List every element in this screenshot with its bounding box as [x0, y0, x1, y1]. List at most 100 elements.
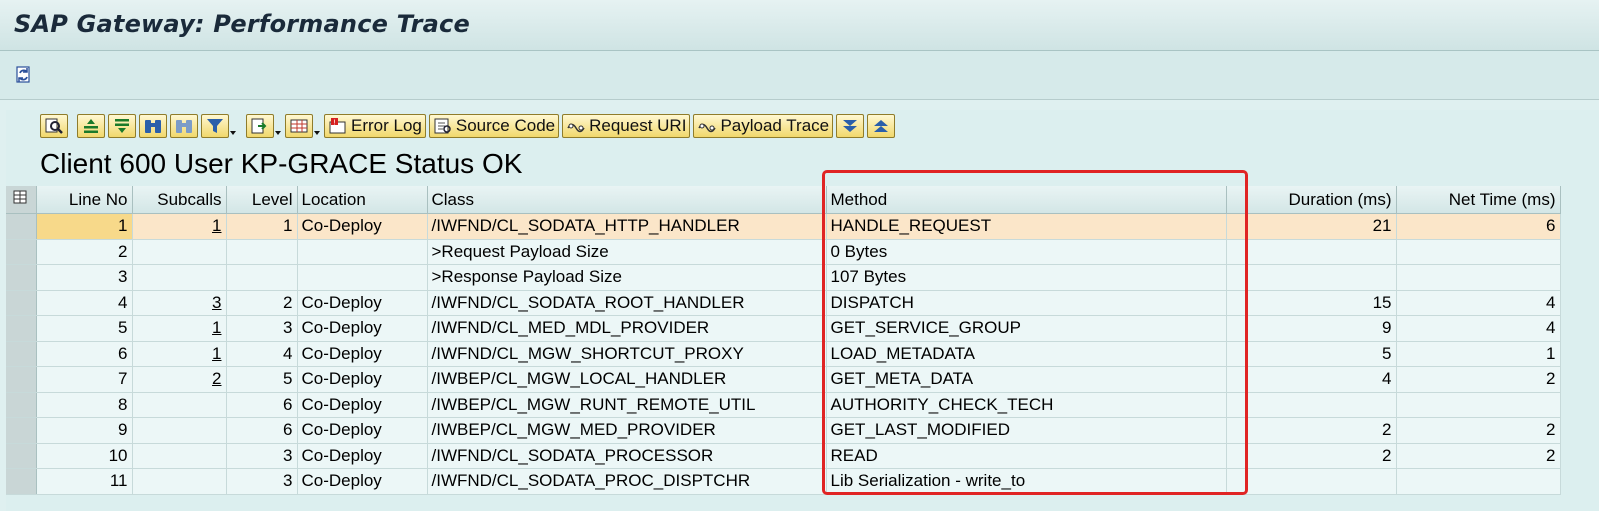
source-code-button[interactable]: Source Code: [428, 114, 560, 138]
table-row[interactable]: 5 1 3 Co-Deploy/IWFND/CL_MED_MDL_PROVIDER GE…: [6, 315, 1561, 342]
subcalls-link[interactable]: 3: [212, 293, 221, 312]
table-row[interactable]: 1 1 1 Co-Deploy/IWFND/CL_SODATA_HTTP_HANDLE…: [6, 213, 1561, 240]
row-selector[interactable]: [6, 213, 37, 240]
cell-net-time: 4: [1396, 315, 1561, 342]
cell-subcalls[interactable]: 2: [132, 366, 227, 393]
cell-level: [226, 264, 298, 291]
cell-line-no: 9: [36, 417, 133, 444]
row-selector[interactable]: [6, 417, 37, 444]
table-row[interactable]: 7 2 5 Co-Deploy/IWBEP/CL_MGW_LOCAL_HANDLER G…: [6, 366, 1561, 393]
row-selector[interactable]: [6, 239, 37, 265]
col-class[interactable]: Class: [427, 186, 827, 214]
row-selector[interactable]: [6, 366, 37, 393]
cell-line-no: 10: [36, 443, 133, 469]
table-row[interactable]: 8 6 Co-Deploy/IWBEP/CL_MGW_RUNT_REMOTE_UTI…: [6, 392, 1561, 418]
sort-ascending-button[interactable]: [77, 114, 105, 138]
cell-net-time: 6: [1396, 213, 1561, 240]
cell-duration: 2: [1226, 443, 1397, 469]
table-row[interactable]: 6 1 4 Co-Deploy/IWFND/CL_MGW_SHORTCUT_PROXY…: [6, 341, 1561, 367]
col-line-no[interactable]: Line No: [36, 186, 133, 214]
request-uri-button[interactable]: Request URI: [562, 114, 691, 138]
table-row[interactable]: 4 3 2 Co-Deploy/IWFND/CL_SODATA_ROOT_HANDLE…: [6, 290, 1561, 316]
table-row[interactable]: 2 >Request Payload Size 0 Bytes: [6, 239, 1561, 265]
row-selector[interactable]: [6, 392, 37, 418]
cell-subcalls[interactable]: [132, 239, 227, 265]
cell-subcalls[interactable]: 1: [132, 315, 227, 342]
error-log-button[interactable]: ! Error Log: [324, 114, 426, 138]
export-button[interactable]: [246, 114, 281, 138]
cell-location: Co-Deploy: [297, 392, 428, 418]
cell-subcalls[interactable]: [132, 264, 227, 291]
subcalls-link[interactable]: 1: [212, 318, 221, 337]
table-settings-icon: [13, 190, 27, 204]
cell-class: /IWBEP/CL_MGW_LOCAL_HANDLER: [427, 366, 827, 393]
row-selector[interactable]: [6, 315, 37, 342]
subcalls-link[interactable]: 1: [212, 344, 221, 363]
row-selector[interactable]: [6, 264, 37, 291]
cell-location: [297, 264, 428, 291]
cell-subcalls[interactable]: [132, 468, 227, 495]
row-selector[interactable]: [6, 290, 37, 316]
alv-toolbar: ! Error Log Source Code Request URI Payl…: [40, 113, 898, 139]
payload-trace-icon: [698, 123, 717, 133]
cell-class: /IWBEP/CL_MGW_MED_PROVIDER: [427, 417, 827, 444]
cell-class: /IWFND/CL_SODATA_HTTP_HANDLER: [427, 213, 827, 240]
cell-location: Co-Deploy: [297, 443, 428, 469]
expand-icon: [843, 120, 858, 132]
cell-subcalls[interactable]: 1: [132, 213, 227, 240]
col-subcalls[interactable]: Subcalls: [132, 186, 227, 214]
cell-subcalls[interactable]: [132, 417, 227, 444]
cell-location: Co-Deploy: [297, 366, 428, 393]
filter-button[interactable]: [201, 114, 236, 138]
cell-level: 3: [226, 315, 298, 342]
cell-net-time: [1396, 468, 1561, 495]
cell-level: 5: [226, 366, 298, 393]
alv-area: ! Error Log Source Code Request URI Payl…: [6, 110, 1599, 511]
col-level[interactable]: Level: [226, 186, 298, 214]
cell-subcalls[interactable]: [132, 443, 227, 469]
table-row[interactable]: 11 3 Co-Deploy/IWFND/CL_SODATA_PROC_DISPTC…: [6, 468, 1561, 495]
collapse-all-button[interactable]: [867, 114, 896, 138]
col-net-time[interactable]: Net Time (ms): [1396, 186, 1561, 214]
export-icon: [251, 118, 267, 134]
cell-subcalls[interactable]: 1: [132, 341, 227, 367]
cell-subcalls[interactable]: [132, 392, 227, 418]
col-duration[interactable]: Duration (ms): [1226, 186, 1397, 214]
row-selector[interactable]: [6, 468, 37, 495]
cell-net-time: 2: [1396, 417, 1561, 444]
row-selector[interactable]: [6, 443, 37, 469]
find-button[interactable]: [139, 114, 167, 138]
table-row[interactable]: 3 >Response Payload Size 107 Bytes: [6, 264, 1561, 291]
export-dropdown-arrow-icon: [275, 131, 281, 135]
cell-location: Co-Deploy: [297, 213, 428, 240]
cell-level: 1: [226, 213, 298, 240]
find-next-button[interactable]: [170, 114, 198, 138]
refresh-button[interactable]: [11, 63, 35, 87]
details-button[interactable]: [40, 114, 68, 138]
table-row[interactable]: 9 6 Co-Deploy/IWBEP/CL_MGW_MED_PROVIDER GET…: [6, 417, 1561, 444]
refresh-icon: [16, 66, 30, 83]
cell-net-time: 1: [1396, 341, 1561, 367]
cell-class: >Response Payload Size: [427, 264, 827, 291]
row-selector-header[interactable]: [6, 186, 37, 214]
layout-button[interactable]: [285, 114, 320, 138]
table-row[interactable]: 10 3 Co-Deploy/IWFND/CL_SODATA_PROCESSOR RE…: [6, 443, 1561, 469]
cell-location: Co-Deploy: [297, 315, 428, 342]
cell-duration: [1226, 468, 1397, 495]
cell-line-no: 4: [36, 290, 133, 316]
cell-duration: 2: [1226, 417, 1397, 444]
cell-method: GET_LAST_MODIFIED: [826, 417, 1227, 444]
cell-class: /IWFND/CL_SODATA_ROOT_HANDLER: [427, 290, 827, 316]
subcalls-link[interactable]: 1: [212, 216, 221, 235]
row-selector[interactable]: [6, 341, 37, 367]
payload-trace-button[interactable]: Payload Trace: [693, 114, 834, 138]
request-uri-label: Request URI: [589, 116, 687, 135]
col-location[interactable]: Location: [297, 186, 428, 214]
expand-all-button[interactable]: [836, 114, 865, 138]
sort-descending-button[interactable]: [108, 114, 136, 138]
cell-duration: [1226, 239, 1397, 265]
cell-subcalls[interactable]: 3: [132, 290, 227, 316]
details-magnifier-icon: [45, 118, 63, 134]
col-method[interactable]: Method: [826, 186, 1227, 214]
subcalls-link[interactable]: 2: [212, 369, 221, 388]
